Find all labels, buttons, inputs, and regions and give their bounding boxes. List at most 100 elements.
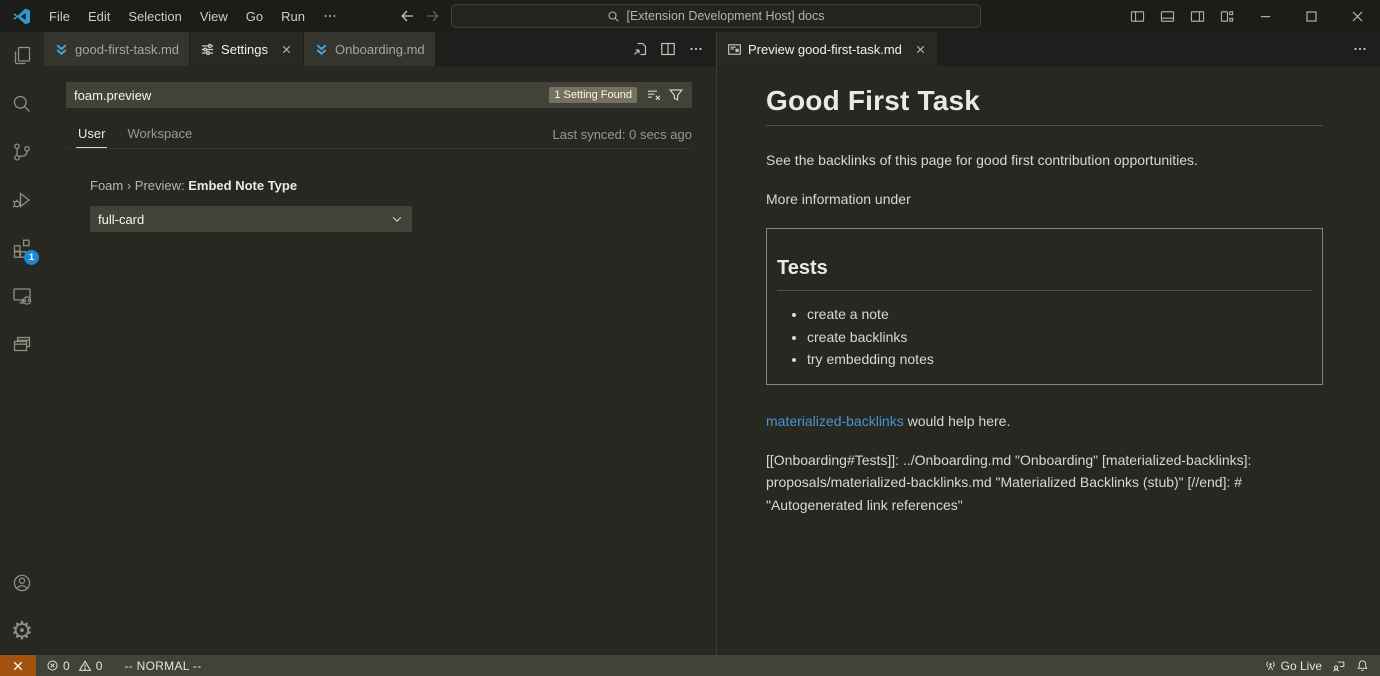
menu-run[interactable]: Run [272, 0, 314, 32]
more-menu-icon[interactable] [314, 0, 346, 32]
extensions-badge: 1 [24, 250, 39, 265]
editor-group-right: Preview good-first-task.md Good First Ta… [717, 32, 1380, 655]
command-center-label: [Extension Development Host] docs [626, 9, 824, 23]
warning-count: 0 [96, 659, 103, 673]
live-share-icon[interactable] [1327, 655, 1351, 676]
filter-funnel-icon[interactable] [665, 84, 687, 106]
remote-explorer-icon[interactable] [0, 272, 44, 320]
link-references-text: [[Onboarding#Tests]]: ../Onboarding.md "… [766, 449, 1323, 517]
accounts-icon[interactable] [0, 559, 44, 607]
tab-close-icon[interactable] [280, 43, 293, 56]
run-debug-icon[interactable] [0, 176, 44, 224]
window-close-icon[interactable] [1334, 0, 1380, 32]
windows-panels-icon[interactable] [0, 320, 44, 368]
menu-file[interactable]: File [40, 0, 79, 32]
menu-selection[interactable]: Selection [119, 0, 190, 32]
tab-label: Onboarding.md [335, 42, 425, 57]
settings-search-input[interactable] [74, 88, 549, 103]
materialized-backlinks-link[interactable]: materialized-backlinks [766, 413, 904, 429]
tab-label: good-first-task.md [75, 42, 179, 57]
title-bar: File Edit Selection View Go Run [Extensi… [0, 0, 1380, 32]
error-circle-icon [46, 659, 59, 672]
list-item: create a note [807, 303, 1312, 326]
settings-sliders-icon [200, 42, 215, 57]
vim-mode-indicator[interactable]: -- NORMAL -- [119, 655, 206, 676]
customize-layout-icon[interactable] [1212, 0, 1242, 32]
embed-list: create a note create backlinks try embed… [777, 303, 1312, 371]
editor-group-left: good-first-task.md Settings Onboarding.m… [44, 32, 716, 655]
open-settings-json-icon[interactable] [628, 37, 652, 61]
split-editor-icon[interactable] [656, 37, 680, 61]
list-item: create backlinks [807, 326, 1312, 349]
select-value: full-card [98, 212, 144, 227]
activity-bar: 1 ⚙ [0, 32, 44, 655]
source-control-icon[interactable] [0, 128, 44, 176]
preview-link-line: materialized-backlinks would help here. [766, 411, 1323, 431]
preview-paragraph: See the backlinks of this page for good … [766, 150, 1323, 170]
go-live-button[interactable]: Go Live [1259, 655, 1327, 676]
settings-count-badge: 1 Setting Found [549, 87, 637, 103]
setting-item: Foam › Preview: Embed Note Type full-car… [90, 178, 450, 232]
settings-scope-row: User Workspace Last synced: 0 secs ago [66, 120, 692, 149]
nav-forward-icon[interactable] [425, 8, 441, 24]
embed-heading-rule [777, 290, 1312, 291]
menu-view[interactable]: View [191, 0, 237, 32]
menu-go[interactable]: Go [237, 0, 272, 32]
broadcast-tower-icon [1264, 659, 1277, 672]
command-center-search[interactable]: [Extension Development Host] docs [451, 4, 981, 28]
embed-title: Tests [777, 255, 1312, 281]
tab-bar-left: good-first-task.md Settings Onboarding.m… [44, 32, 716, 66]
go-live-label: Go Live [1281, 659, 1322, 673]
warning-triangle-icon [78, 659, 92, 673]
explorer-files-icon[interactable] [0, 32, 44, 80]
preview-title: Good First Task [766, 84, 1323, 118]
setting-title: Foam › Preview: Embed Note Type [90, 178, 450, 193]
list-item: try embedding notes [807, 348, 1312, 371]
settings-search-box[interactable]: 1 Setting Found [66, 82, 692, 108]
tab-onboarding[interactable]: Onboarding.md [304, 32, 436, 66]
more-actions-icon[interactable] [684, 37, 708, 61]
preview-paragraph: More information under [766, 189, 1323, 209]
nav-back-icon[interactable] [399, 8, 415, 24]
tab-label: Settings [221, 42, 268, 57]
markdown-file-icon [314, 42, 329, 57]
status-bar: 0 0 -- NORMAL -- Go Live [0, 655, 1380, 676]
setting-category: Foam › Preview: [90, 178, 188, 193]
chevron-down-icon [390, 212, 404, 226]
last-synced-label: Last synced: 0 secs ago [553, 127, 692, 142]
tab-settings[interactable]: Settings [190, 32, 304, 66]
search-icon [607, 10, 620, 23]
open-preview-icon [727, 42, 742, 57]
tab-close-icon[interactable] [914, 43, 927, 56]
window-minimize-icon[interactable] [1242, 0, 1288, 32]
manage-gear-icon[interactable]: ⚙ [0, 607, 44, 655]
scope-tab-workspace[interactable]: Workspace [125, 121, 194, 147]
toggle-panel-icon[interactable] [1152, 0, 1182, 32]
more-actions-icon[interactable] [1348, 37, 1372, 61]
tab-good-first-task[interactable]: good-first-task.md [44, 32, 190, 66]
window-maximize-icon[interactable] [1288, 0, 1334, 32]
toggle-primary-sidebar-icon[interactable] [1122, 0, 1152, 32]
remote-indicator[interactable] [0, 655, 36, 676]
heading-rule [766, 125, 1323, 126]
notifications-bell-icon[interactable] [1351, 655, 1374, 676]
toggle-secondary-sidebar-icon[interactable] [1182, 0, 1212, 32]
workbench: 1 ⚙ good-first-task.md [0, 32, 1380, 655]
embedded-note-card: Tests create a note create backlinks try… [766, 228, 1323, 385]
search-view-icon[interactable] [0, 80, 44, 128]
menu-edit[interactable]: Edit [79, 0, 119, 32]
setting-name: Embed Note Type [188, 178, 297, 193]
tab-bar-right: Preview good-first-task.md [717, 32, 1380, 66]
extensions-icon[interactable]: 1 [0, 224, 44, 272]
clear-filters-icon[interactable] [643, 84, 665, 106]
tab-label: Preview good-first-task.md [748, 42, 902, 57]
markdown-file-icon [54, 42, 69, 57]
problems-indicator[interactable]: 0 0 [41, 655, 107, 676]
vscode-logo-icon [13, 8, 30, 25]
scope-tab-user[interactable]: User [76, 121, 107, 148]
tab-preview-good-first-task[interactable]: Preview good-first-task.md [717, 32, 938, 66]
link-suffix: would help here. [904, 413, 1011, 429]
editor-group-divider[interactable] [716, 32, 717, 655]
embed-note-type-select[interactable]: full-card [90, 206, 412, 232]
markdown-preview: Good First Task See the backlinks of thi… [717, 66, 1380, 655]
